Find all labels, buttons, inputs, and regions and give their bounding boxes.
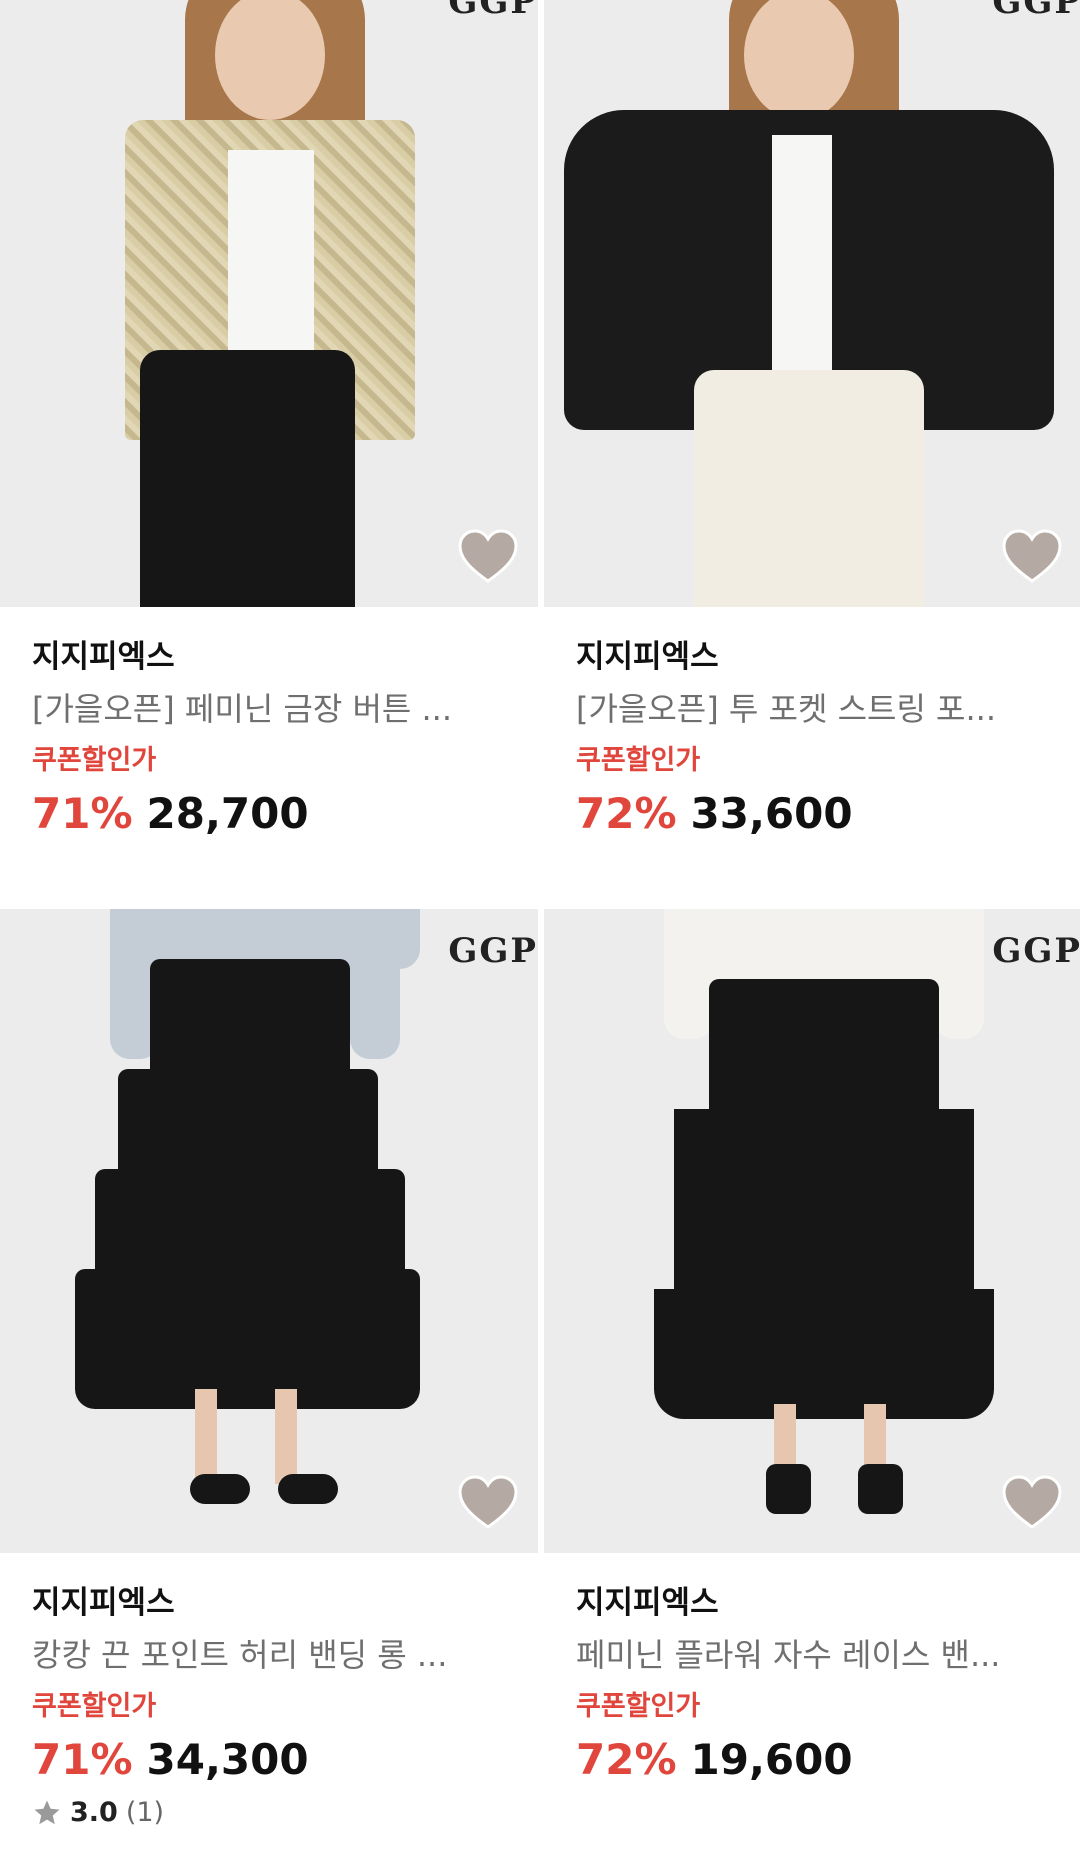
price-row: 72% 19,600 xyxy=(576,1733,1080,1787)
brand-name: 지지피엑스 xyxy=(32,639,175,675)
sale-price: 34,300 xyxy=(146,1735,309,1784)
discount-rate: 72% xyxy=(576,789,677,838)
product-image[interactable]: GGP xyxy=(0,0,538,607)
star-icon xyxy=(34,1800,60,1824)
heart-icon[interactable] xyxy=(1002,529,1062,585)
brand-name: 지지피엑스 xyxy=(576,639,719,675)
heart-icon[interactable] xyxy=(1002,1475,1062,1531)
product-image[interactable]: GGP xyxy=(0,909,538,1553)
product-title[interactable]: 페미닌 플라워 자수 레이스 밴... xyxy=(576,1633,1056,1677)
brand-name: 지지피엑스 xyxy=(576,1585,719,1621)
coupon-label: 쿠폰할인가 xyxy=(32,1691,157,1722)
discount-rate: 71% xyxy=(32,789,133,838)
coupon-label: 쿠폰할인가 xyxy=(32,745,157,776)
product-image[interactable]: GGP xyxy=(544,909,1080,1553)
product-card[interactable]: GGP 지지피엑스 [가을오픈] 페미닌 금장 버튼 ... 쿠폰할인가 71%… xyxy=(0,0,538,841)
brand-watermark: GGP xyxy=(448,0,538,22)
product-card[interactable]: GGP 지지피엑스 캉캉 끈 포인트 허리 밴딩 롱 ... 쿠폰할인가 71%… xyxy=(0,909,538,1828)
product-card[interactable]: GGP 지지피엑스 페미닌 플라워 자수 레이스 밴... 쿠폰할인가 72% 1… xyxy=(544,909,1080,1787)
brand-watermark: GGP xyxy=(448,931,538,971)
heart-icon[interactable] xyxy=(458,1475,518,1531)
discount-rate: 71% xyxy=(32,1735,133,1784)
product-grid: GGP 지지피엑스 [가을오픈] 페미닌 금장 버튼 ... 쿠폰할인가 71%… xyxy=(0,0,1080,1874)
price-row: 71% 28,700 xyxy=(32,787,538,841)
coupon-label: 쿠폰할인가 xyxy=(576,745,701,776)
price-row: 71% 34,300 xyxy=(32,1733,538,1787)
sale-price: 28,700 xyxy=(146,789,309,838)
product-card[interactable]: GGP 지지피엑스 [가을오픈] 투 포켓 스트링 포... 쿠폰할인가 72%… xyxy=(544,0,1080,841)
discount-rate: 72% xyxy=(576,1735,677,1784)
product-title[interactable]: [가을오픈] 투 포켓 스트링 포... xyxy=(576,687,1056,731)
rating: 3.0 (1) xyxy=(32,1797,538,1828)
brand-watermark: GGP xyxy=(992,0,1080,22)
sale-price: 33,600 xyxy=(690,789,853,838)
sale-price: 19,600 xyxy=(690,1735,853,1784)
product-image[interactable]: GGP xyxy=(544,0,1080,607)
price-row: 72% 33,600 xyxy=(576,787,1080,841)
heart-icon[interactable] xyxy=(458,529,518,585)
brand-watermark: GGP xyxy=(992,931,1080,971)
product-title[interactable]: [가을오픈] 페미닌 금장 버튼 ... xyxy=(32,687,512,731)
product-title[interactable]: 캉캉 끈 포인트 허리 밴딩 롱 ... xyxy=(32,1633,512,1677)
rating-score: 3.0 xyxy=(70,1797,118,1828)
review-count: (1) xyxy=(125,1797,165,1828)
coupon-label: 쿠폰할인가 xyxy=(576,1691,701,1722)
brand-name: 지지피엑스 xyxy=(32,1585,175,1621)
